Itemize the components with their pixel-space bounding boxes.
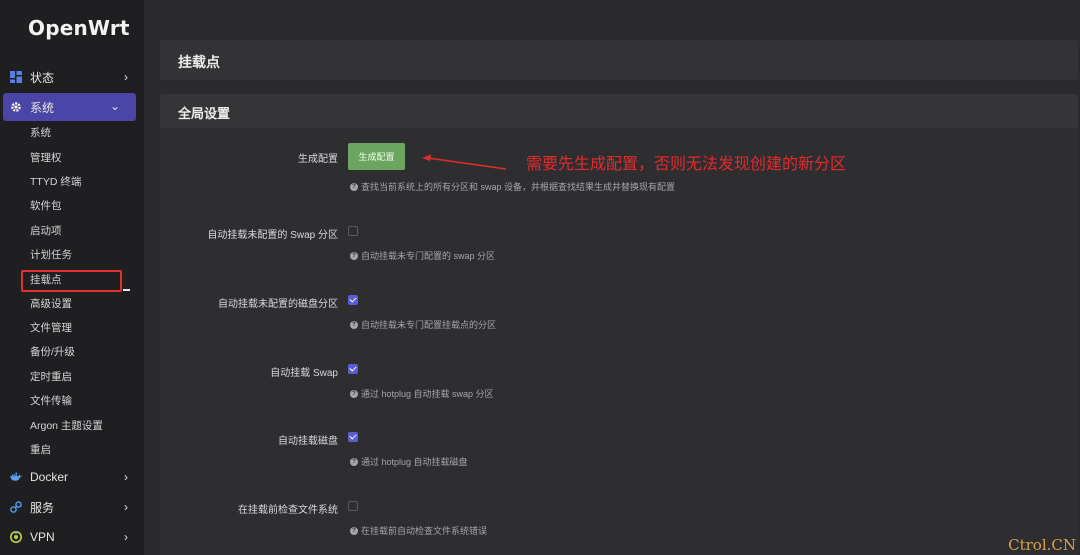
sidebar-item-cron[interactable]: 计划任务 [30,247,72,263]
chevron-down-icon: ⌄ [109,99,120,113]
sidebar-group-vpn[interactable]: VPN › [0,523,144,551]
sidebar-item-argon[interactable]: Argon 主题设置 [30,418,103,434]
auto-mount-checkbox[interactable] [348,432,358,442]
sidebar-group-label: 服务 [30,500,55,515]
help-icon: ? [350,526,358,535]
sidebar-group-label: Docker [30,470,69,484]
sidebar-group-services[interactable]: 服务 › [0,493,144,521]
auto-swap-unconfigured-desc-text: 自动挂载未专门配置的 swap 分区 [361,251,496,261]
auto-mount-unconfigured-desc-text: 自动挂载未专门配置挂载点的分区 [361,320,497,330]
auto-mount-desc-text: 通过 hotplug 自动挂载磁盘 [361,457,468,467]
auto-mount-desc: ? 通过 hotplug 自动挂载磁盘 [350,455,468,468]
auto-mount-unconfigured-label: 自动挂载未配置的磁盘分区 [218,299,338,310]
chevron-right-icon: › [124,500,128,514]
section-header: 全局设置 [160,94,1078,128]
help-icon: ? [350,389,358,398]
sidebar: OpenWrt 状态 › 系统 ⌄ 系统 管理权 TTYD 终端 软件包 启动项… [0,0,144,555]
sidebar-group-status[interactable]: 状态 › [0,63,144,91]
annotation-text: 需要先生成配置，否则无法发现创建的新分区 [526,156,847,173]
auto-mount-unconfigured-desc: ? 自动挂载未专门配置挂载点的分区 [350,318,496,331]
mounts-highlight-box [21,270,122,292]
sidebar-group-label: VPN [30,530,55,544]
sidebar-item-backup[interactable]: 备份/升级 [30,344,75,360]
sidebar-group-label: 状态 [30,70,55,85]
sidebar-item-admin[interactable]: 管理权 [30,150,62,166]
docker-icon [10,471,22,483]
check-fs-desc: ? 在挂载前自动检查文件系统错误 [350,524,487,537]
cursor-mark [123,289,130,291]
help-icon: ? [350,320,358,329]
watermark: Ctrol.CN [1008,536,1076,554]
check-fs-checkbox[interactable] [348,501,358,511]
sidebar-item-filemanager[interactable]: 文件管理 [30,320,72,336]
sidebar-group-system[interactable]: 系统 ⌄ [3,93,136,121]
generate-config-button[interactable]: 生成配置 [348,143,405,170]
check-fs-desc-text: 在挂载前自动检查文件系统错误 [361,526,488,536]
auto-mount-label: 自动挂载磁盘 [278,436,338,447]
generate-config-desc-text: 查找当前系统上的所有分区和 swap 设备，并根据查找结果生成并替换现有配置 [361,182,676,192]
sidebar-item-file-transfer[interactable]: 文件传输 [30,393,72,409]
auto-swap-unconfigured-checkbox[interactable] [348,226,358,236]
auto-swap-desc-text: 通过 hotplug 自动挂载 swap 分区 [361,389,494,399]
sidebar-group-docker[interactable]: Docker › [0,463,144,491]
sidebar-item-packages[interactable]: 软件包 [30,198,62,214]
sidebar-item-ttyd[interactable]: TTYD 终端 [30,174,81,190]
page-title: 挂载点 [178,54,220,70]
auto-swap-checkbox[interactable] [348,364,358,374]
chevron-right-icon: › [124,470,128,484]
auto-mount-unconfigured-checkbox[interactable] [348,295,358,305]
openwrt-logo[interactable]: OpenWrt [28,16,130,40]
vpn-icon [10,531,22,543]
sidebar-group-label: 系统 [30,100,55,115]
help-icon: ? [350,251,358,260]
chevron-right-icon: › [124,530,128,544]
generate-config-label: 生成配置 [298,154,338,165]
auto-swap-desc: ? 通过 hotplug 自动挂载 swap 分区 [350,387,494,400]
sidebar-item-startup[interactable]: 启动项 [30,223,62,239]
gear-icon [10,101,22,113]
auto-swap-unconfigured-desc: ? 自动挂载未专门配置的 swap 分区 [350,249,495,262]
services-icon [10,501,22,513]
annotation-arrow [422,154,507,170]
sidebar-item-system[interactable]: 系统 [30,125,51,141]
sidebar-item-advanced[interactable]: 高级设置 [30,296,72,312]
sidebar-item-reboot[interactable]: 重启 [30,442,51,458]
auto-swap-unconfigured-label: 自动挂载未配置的 Swap 分区 [207,230,338,241]
auto-swap-label: 自动挂载 Swap [270,368,338,379]
section-title: 全局设置 [178,106,231,121]
sidebar-item-scheduled-reboot[interactable]: 定时重启 [30,369,72,385]
check-fs-label: 在挂载前检查文件系统 [238,505,338,516]
page-title-panel: 挂载点 [160,40,1078,80]
chevron-right-icon: › [124,70,128,84]
dashboard-icon [10,71,22,83]
generate-config-desc: ? 查找当前系统上的所有分区和 swap 设备，并根据查找结果生成并替换现有配置 [350,180,675,193]
help-icon: ? [350,457,358,466]
help-icon: ? [350,182,358,191]
